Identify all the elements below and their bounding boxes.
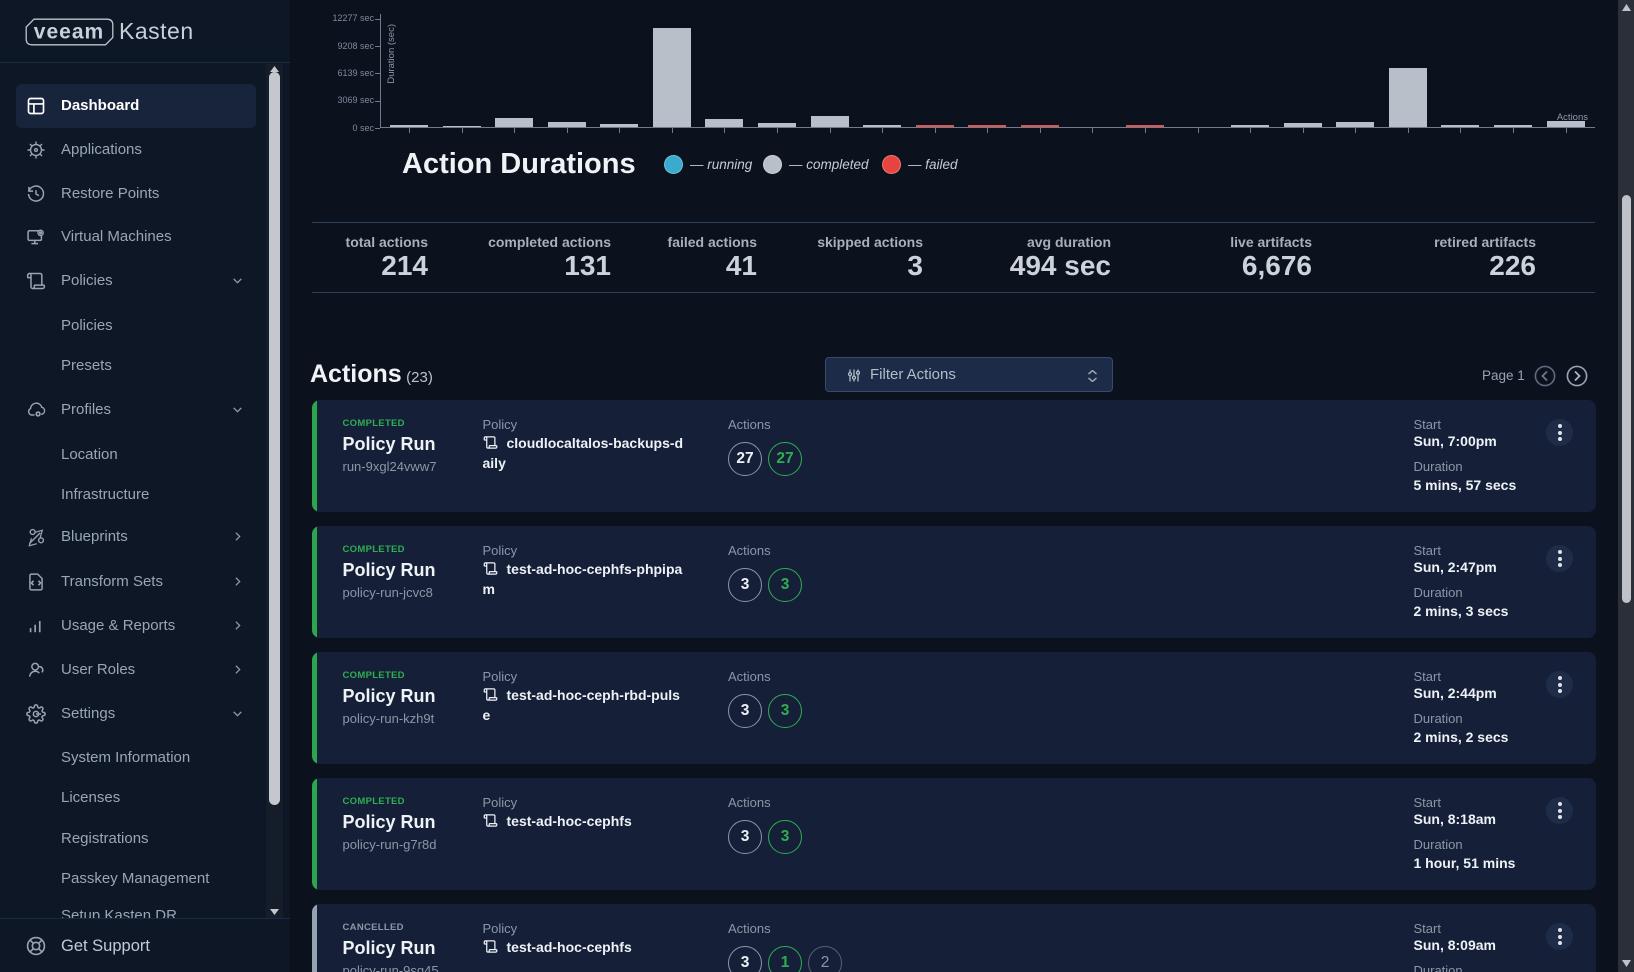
svg-text:veeam: veeam: [34, 21, 104, 44]
